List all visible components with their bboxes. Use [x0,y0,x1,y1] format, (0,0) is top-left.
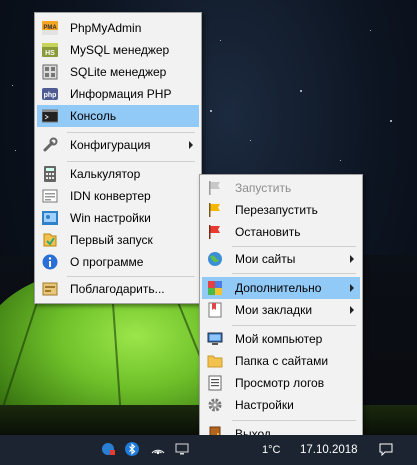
menu-separator [232,325,356,326]
submenu-arrow-icon [350,284,354,292]
menu-separator [67,132,195,133]
menu-item-extras[interactable]: Дополнительно [202,277,360,299]
first-launch-icon [42,232,58,248]
menu-separator [232,420,356,421]
menu-item-view-logs[interactable]: Просмотр логов [202,372,360,394]
win-settings-icon [42,210,58,226]
taskbar-date[interactable]: 17.10.2018 [300,444,358,456]
menu-item-phpmyadmin[interactable]: PMA PhpMyAdmin [37,17,199,39]
menu-item-sites-folder[interactable]: Папка с сайтами [202,350,360,372]
menu-item-first-launch[interactable]: Первый запуск [37,229,199,251]
bluetooth-icon[interactable] [124,441,140,457]
menu-item-label: Настройки [235,398,294,412]
monitor-icon[interactable] [174,441,190,457]
menu-item-label: Первый запуск [70,233,153,247]
menu-item-label: Мои закладки [235,303,313,317]
stop-flag-icon [207,224,223,240]
menu-item-my-sites[interactable]: Мои сайты [202,248,360,270]
menu-item-php-info[interactable]: php Информация PHP [37,83,199,105]
extras-icon [207,280,223,296]
bookmarks-icon [207,302,223,318]
menu-item-label: Мои сайты [235,252,296,266]
info-icon [42,254,58,270]
calculator-icon [42,166,58,182]
mysql-manager-icon: HS [42,42,58,58]
menu-item-label: Папка с сайтами [235,354,329,368]
menu-item-label: Перезапустить [235,203,318,217]
weather-temp[interactable]: 1°C [262,444,280,456]
menu-item-label: Информация PHP [70,87,172,101]
menu-item-label: Остановить [235,225,301,239]
menu-item-my-bookmarks[interactable]: Мои закладки [202,299,360,321]
menu-item-about[interactable]: О программе [37,251,199,273]
menu-item-start[interactable]: Запустить [202,177,360,199]
idn-converter-icon [42,188,58,204]
pma-icon: PMA [42,20,58,36]
menu-item-settings[interactable]: Настройки [202,394,360,416]
menu-item-win-settings[interactable]: Win настройки [37,207,199,229]
folder-icon [207,353,223,369]
menu-separator [232,246,356,247]
menu-item-stop[interactable]: Остановить [202,221,360,243]
menu-item-label: MySQL менеджер [70,43,170,57]
menu-item-configuration[interactable]: Конфигурация [37,134,199,156]
menu-item-my-computer[interactable]: Мой компьютер [202,328,360,350]
logs-icon [207,375,223,391]
gear-icon [207,397,223,413]
menu-item-label: IDN конвертер [70,189,151,203]
menu-item-label: Win настройки [70,211,151,225]
menu-item-label: О программе [70,255,144,269]
menu-item-label: Мой компьютер [235,332,323,346]
svg-text:PMA: PMA [43,25,57,31]
wrench-icon [42,137,58,153]
menu-item-calculator[interactable]: Калькулятор [37,163,199,185]
menu-item-console[interactable]: Консоль [37,105,199,127]
menu-item-sqlite-manager[interactable]: SQLite менеджер [37,61,199,83]
menu-item-label: Просмотр логов [235,376,325,390]
menu-item-label: Поблагодарить... [70,282,165,296]
svg-text:HS: HS [45,50,55,57]
menu-item-label: SQLite менеджер [70,65,167,79]
menu-item-label: Калькулятор [70,167,141,181]
menu-separator [67,276,195,277]
menu-item-mysql-manager[interactable]: HS MySQL менеджер [37,39,199,61]
menu-item-restart[interactable]: Перезапустить [202,199,360,221]
submenu-arrow-icon [189,141,193,149]
menu-item-label: Дополнительно [235,281,322,295]
submenu-arrow-icon [350,255,354,263]
sqlite-manager-icon [42,64,58,80]
thanks-icon [42,281,58,297]
menu-item-thanks[interactable]: Поблагодарить... [37,278,199,300]
start-flag-icon [207,180,223,196]
tray-app-icon[interactable] [100,441,116,457]
svg-text:php: php [44,92,57,99]
computer-icon [207,331,223,347]
menu-item-idn-converter[interactable]: IDN конвертер [37,185,199,207]
menu-item-label: Запустить [235,181,292,195]
main-context-menu: PMA PhpMyAdmin HS MySQL менеджер SQLite … [34,12,202,304]
menu-item-label: Консоль [70,109,117,123]
wifi-icon[interactable] [150,441,166,457]
notifications-icon[interactable] [378,441,394,457]
submenu-arrow-icon [350,306,354,314]
console-icon [41,108,59,124]
menu-separator [67,161,195,162]
menu-separator [232,273,356,274]
tray-context-menu: Запустить Перезапустить Остановить Мои с… [199,174,363,449]
menu-item-label: PhpMyAdmin [70,21,142,35]
php-icon: php [42,86,58,102]
globe-icon [207,251,223,267]
restart-flag-icon [207,202,223,218]
menu-item-label: Конфигурация [70,138,151,152]
